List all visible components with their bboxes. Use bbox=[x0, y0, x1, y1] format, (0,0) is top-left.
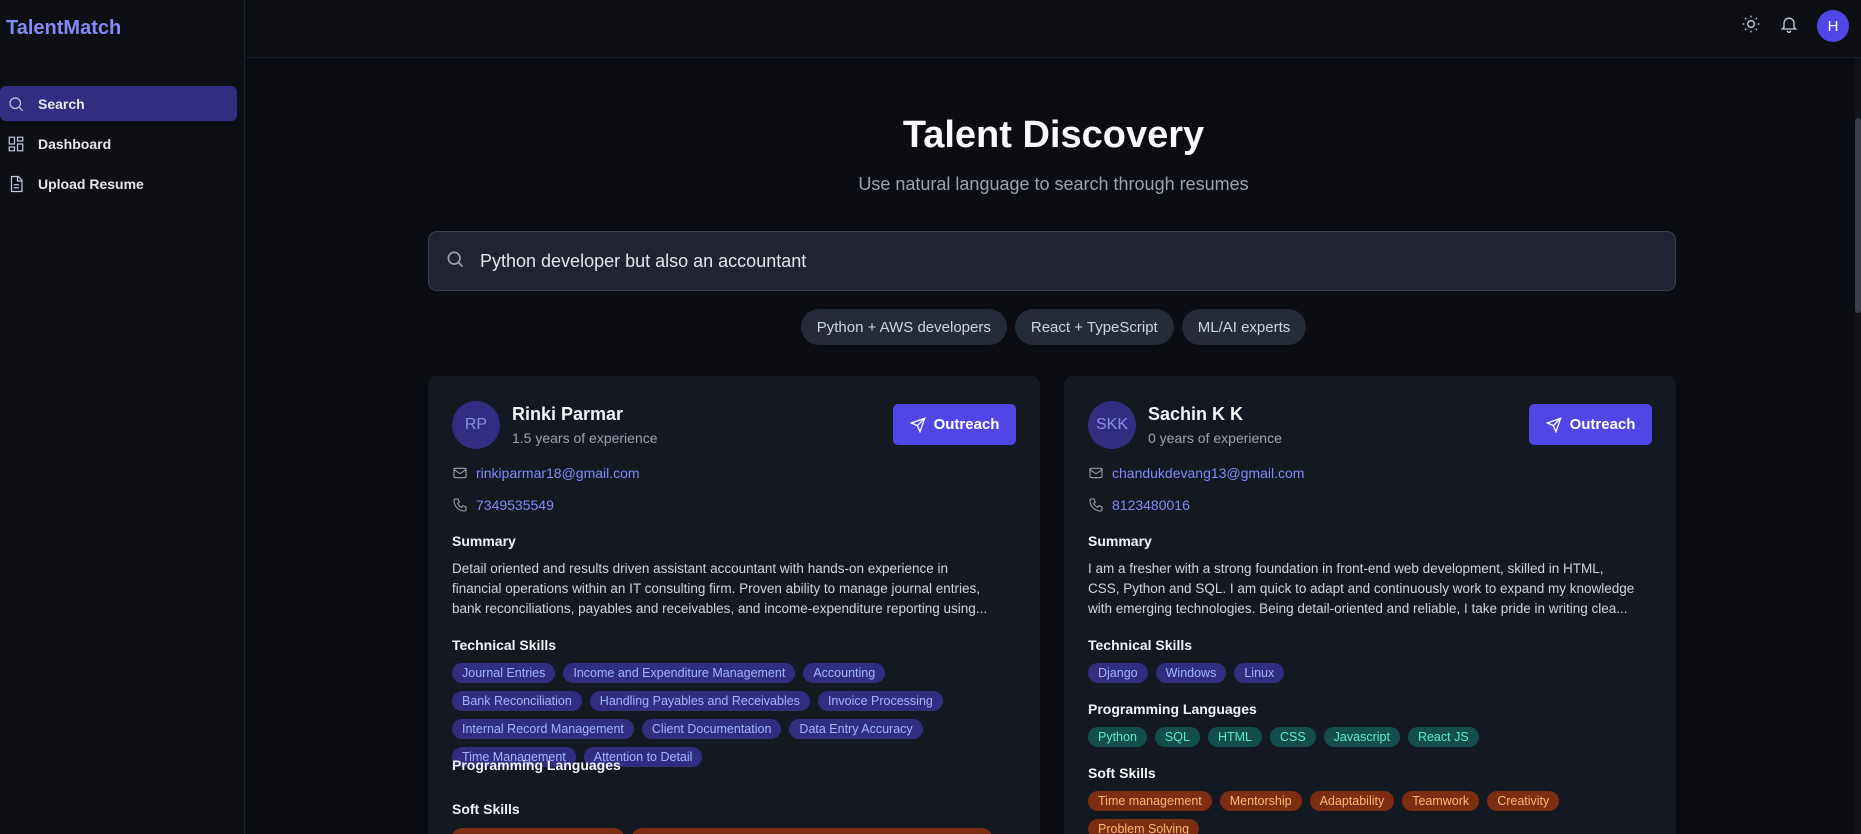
skill-tag: Windows bbox=[1155, 663, 1227, 683]
outreach-label: Outreach bbox=[1569, 416, 1636, 433]
suggestion-chip[interactable]: ML/AI experts bbox=[1181, 309, 1307, 345]
mail-icon bbox=[1089, 467, 1103, 479]
send-icon bbox=[909, 416, 926, 433]
skill-tag: Creativity bbox=[1487, 791, 1560, 811]
search-input[interactable] bbox=[480, 250, 1675, 272]
sidebar-item-search[interactable]: Search bbox=[0, 86, 237, 121]
page-subtitle: Use natural language to search through r… bbox=[858, 174, 1249, 194]
soft-skills-heading: Soft Skills bbox=[452, 801, 520, 817]
summary-text: Detail oriented and results driven assis… bbox=[452, 559, 1016, 619]
candidate-experience: 0 years of experience bbox=[1148, 430, 1282, 446]
candidate-email[interactable]: rinkiparmar18@gmail.com bbox=[452, 465, 640, 481]
document-icon bbox=[7, 175, 25, 193]
summary-line: Detail oriented and results driven assis… bbox=[452, 561, 949, 576]
skill-tag: Invoice Processing bbox=[817, 691, 943, 711]
skill-tag: Data Entry Accuracy bbox=[789, 719, 923, 739]
summary-line: with emerging technologies. Being detail… bbox=[1088, 601, 1628, 616]
candidate-email[interactable]: chandukdevang13@gmail.com bbox=[1088, 465, 1304, 481]
language-tag: HTML bbox=[1207, 727, 1262, 747]
candidate-phone[interactable]: 7349535549 bbox=[452, 497, 554, 513]
technical-skills-list: Journal Entries Income and Expenditure M… bbox=[452, 663, 1022, 767]
skill-tag bbox=[632, 828, 992, 834]
programming-languages-heading: Programming Languages bbox=[1088, 701, 1257, 717]
skill-tag: Handling Payables and Receivables bbox=[589, 691, 810, 711]
language-tag: CSS bbox=[1269, 727, 1316, 747]
outreach-button[interactable]: Outreach bbox=[1529, 404, 1652, 445]
search-box[interactable] bbox=[428, 231, 1676, 291]
brand-logo[interactable]: TalentMatch bbox=[6, 17, 121, 40]
sidebar: TalentMatch Search Dashboard Upload Resu… bbox=[0, 0, 245, 834]
soft-skills-heading: Soft Skills bbox=[1088, 765, 1156, 781]
programming-languages-list: Python SQL HTML CSS Javascript React JS bbox=[1088, 727, 1658, 747]
sidebar-nav: Search Dashboard Upload Resume bbox=[0, 86, 237, 206]
candidate-card: SKK Sachin K K 0 years of experience Out… bbox=[1064, 376, 1676, 834]
skill-tag: Problem Solving bbox=[1088, 819, 1200, 834]
summary-line: I am a fresher with a strong foundation … bbox=[1088, 561, 1604, 576]
email-link[interactable]: rinkiparmar18@gmail.com bbox=[476, 465, 640, 481]
outreach-button[interactable]: Outreach bbox=[893, 404, 1016, 445]
dashboard-icon bbox=[7, 135, 25, 153]
technical-skills-heading: Technical Skills bbox=[1088, 637, 1193, 653]
skill-tag: Journal Entries bbox=[452, 663, 556, 683]
candidate-name: Sachin K K bbox=[1148, 404, 1244, 424]
phone-icon bbox=[1089, 498, 1103, 512]
skill-tag: Linux bbox=[1234, 663, 1285, 683]
email-link[interactable]: chandukdevang13@gmail.com bbox=[1112, 465, 1304, 481]
suggestion-chip[interactable]: Python + AWS developers bbox=[800, 309, 1007, 345]
technical-skills-list: Django Windows Linux bbox=[1088, 663, 1658, 683]
skill-tag bbox=[452, 828, 624, 834]
skill-tag: Accounting bbox=[803, 663, 886, 683]
user-avatar[interactable]: H bbox=[1817, 10, 1849, 42]
skill-tag: Internal Record Management bbox=[452, 719, 634, 739]
top-actions: H bbox=[1741, 10, 1849, 42]
skill-tag: Time management bbox=[1088, 791, 1212, 811]
skill-tag: Django bbox=[1088, 663, 1148, 683]
candidate-experience: 1.5 years of experience bbox=[512, 430, 658, 446]
sidebar-item-label: Dashboard bbox=[38, 135, 112, 152]
summary-heading: Summary bbox=[1088, 533, 1152, 549]
sidebar-item-dashboard[interactable]: Dashboard bbox=[0, 126, 237, 161]
outreach-label: Outreach bbox=[933, 416, 1000, 433]
candidate-phone[interactable]: 8123480016 bbox=[1088, 497, 1190, 513]
summary-line: financial operations within an IT consul… bbox=[452, 581, 981, 596]
soft-skills-list bbox=[452, 828, 1022, 834]
skill-tag: Bank Reconciliation bbox=[452, 691, 582, 711]
candidate-name: Rinki Parmar bbox=[512, 404, 624, 424]
skill-tag: Client Documentation bbox=[641, 719, 782, 739]
mail-icon bbox=[453, 467, 467, 479]
search-icon bbox=[445, 249, 465, 274]
page-title: Talent Discovery bbox=[902, 114, 1205, 156]
language-tag: React JS bbox=[1407, 727, 1479, 747]
candidate-avatar: SKK bbox=[1088, 401, 1136, 449]
language-tag: Python bbox=[1088, 727, 1147, 747]
skill-tag: Mentorship bbox=[1219, 791, 1302, 811]
language-tag: Javascript bbox=[1323, 727, 1400, 747]
skill-tag: Adaptability bbox=[1309, 791, 1395, 811]
language-tag: SQL bbox=[1154, 727, 1200, 747]
sidebar-item-upload-resume[interactable]: Upload Resume bbox=[0, 166, 237, 201]
phone-link[interactable]: 8123480016 bbox=[1112, 497, 1190, 513]
send-icon bbox=[1545, 416, 1562, 433]
candidate-avatar: RP bbox=[452, 401, 500, 449]
skill-tag: Teamwork bbox=[1402, 791, 1480, 811]
phone-link[interactable]: 7349535549 bbox=[476, 497, 554, 513]
suggestion-chips: Python + AWS developers React + TypeScri… bbox=[246, 309, 1861, 345]
sun-icon[interactable] bbox=[1741, 14, 1761, 39]
suggestion-chip[interactable]: React + TypeScript bbox=[1014, 309, 1174, 345]
summary-heading: Summary bbox=[452, 533, 516, 549]
bell-icon[interactable] bbox=[1779, 14, 1799, 39]
soft-skills-list: Time management Mentorship Adaptability … bbox=[1088, 791, 1658, 834]
sidebar-item-label: Search bbox=[38, 95, 85, 112]
sidebar-item-label: Upload Resume bbox=[38, 175, 144, 192]
search-icon bbox=[7, 95, 25, 113]
programming-languages-heading: Programming Languages bbox=[452, 757, 621, 773]
top-bar: H bbox=[246, 0, 1861, 58]
summary-line: bank reconciliations, payables and recei… bbox=[452, 601, 988, 616]
summary-text: I am a fresher with a strong foundation … bbox=[1088, 559, 1652, 619]
candidate-card: RP Rinki Parmar 1.5 years of experience … bbox=[428, 376, 1040, 834]
technical-skills-heading: Technical Skills bbox=[452, 637, 557, 653]
summary-line: CSS, Python and SQL. I am quick to adapt… bbox=[1088, 581, 1635, 596]
skill-tag: Income and Expenditure Management bbox=[563, 663, 796, 683]
phone-icon bbox=[453, 498, 467, 512]
